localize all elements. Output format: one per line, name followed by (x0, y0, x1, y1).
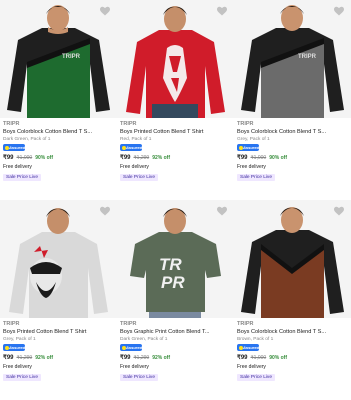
product-title[interactable]: Boys Colorblock Cotton Blend T S... (237, 329, 349, 335)
delivery-info: Free delivery (120, 164, 149, 170)
svg-text:TR: TR (159, 255, 182, 274)
product-image[interactable]: TRIPR (234, 0, 351, 118)
selling-price: ₹99 (3, 155, 14, 161)
sale-tag: Sale Price Live (237, 374, 275, 381)
selling-price: ₹99 (237, 355, 248, 361)
price-row: ₹99 ₹1,000 90% off (3, 154, 53, 161)
discount-percent: 92% off (35, 355, 53, 361)
assured-badge: Assured (120, 344, 142, 351)
product-image[interactable]: TRIPR (0, 0, 117, 118)
price-row: ₹99 ₹1,000 90% off (237, 154, 287, 161)
svg-text:TRIPR: TRIPR (298, 54, 317, 60)
product-image[interactable] (0, 200, 117, 318)
original-price: ₹1,299 (133, 155, 150, 161)
original-price: ₹1,000 (250, 155, 267, 161)
product-variant: Dark Green, Pack of 1 (120, 337, 168, 342)
product-card[interactable]: TRIPR TRIPR Boys Colorblock Cotton Blend… (234, 0, 351, 200)
price-row: ₹99 ₹1,000 90% off (237, 354, 287, 361)
delivery-info: Free delivery (120, 364, 149, 370)
selling-price: ₹99 (3, 355, 14, 361)
product-brand: TRIPR (120, 121, 137, 127)
assured-label: Assured (126, 145, 143, 150)
heart-icon[interactable] (333, 4, 345, 16)
discount-percent: 92% off (152, 355, 170, 361)
svg-text:TRIPR: TRIPR (62, 54, 81, 60)
product-brand: TRIPR (120, 321, 137, 327)
assured-label: Assured (243, 345, 260, 350)
price-row: ₹99 ₹1,299 92% off (120, 354, 170, 361)
product-card[interactable]: TRIPR Boys Colorblock Cotton Blend T S..… (234, 200, 351, 400)
sale-tag: Sale Price Live (3, 374, 41, 381)
assured-badge: Assured (120, 144, 142, 151)
assured-label: Assured (9, 145, 26, 150)
product-card[interactable]: TRIPR Boys Printed Cotton Blend T Shirt … (0, 200, 117, 400)
heart-icon[interactable] (99, 4, 111, 16)
discount-percent: 90% off (35, 155, 53, 161)
price-row: ₹99 ₹1,299 92% off (3, 354, 53, 361)
selling-price: ₹99 (120, 355, 131, 361)
product-brand: TRIPR (3, 321, 20, 327)
discount-percent: 90% off (269, 355, 287, 361)
heart-icon[interactable] (333, 204, 345, 216)
original-price: ₹1,299 (16, 355, 33, 361)
product-variant: Grey, Pack of 1 (237, 137, 270, 142)
product-brand: TRIPR (237, 321, 254, 327)
sale-tag: Sale Price Live (120, 374, 158, 381)
assured-icon (121, 345, 126, 350)
product-title[interactable]: Boys Colorblock Cotton Blend T S... (237, 129, 349, 135)
product-image[interactable] (117, 0, 234, 118)
assured-badge: Assured (3, 144, 25, 151)
product-brand: TRIPR (237, 121, 254, 127)
selling-price: ₹99 (237, 155, 248, 161)
product-variant: Grey, Pack of 1 (3, 337, 36, 342)
delivery-info: Free delivery (237, 364, 266, 370)
assured-icon (4, 145, 9, 150)
discount-percent: 92% off (152, 155, 170, 161)
price-row: ₹99 ₹1,299 92% off (120, 154, 170, 161)
delivery-info: Free delivery (237, 164, 266, 170)
product-variant: Brown, Pack of 1 (237, 337, 274, 342)
product-brand: TRIPR (3, 121, 20, 127)
original-price: ₹1,000 (16, 155, 33, 161)
product-card[interactable]: TR PR TRIPR Boys Graphic Print Cotton Bl… (117, 200, 234, 400)
assured-label: Assured (243, 145, 260, 150)
product-title[interactable]: Boys Graphic Print Cotton Blend T... (120, 329, 232, 335)
sale-tag: Sale Price Live (120, 174, 158, 181)
original-price: ₹1,299 (133, 355, 150, 361)
assured-icon (4, 345, 9, 350)
delivery-info: Free delivery (3, 364, 32, 370)
assured-badge: Assured (237, 144, 259, 151)
svg-text:PR: PR (161, 273, 185, 292)
assured-badge: Assured (237, 344, 259, 351)
assured-label: Assured (9, 345, 26, 350)
product-grid: TRIPR TRIPR Boys Colorblock Cotton Blend… (0, 0, 351, 400)
assured-badge: Assured (3, 344, 25, 351)
delivery-info: Free delivery (3, 164, 32, 170)
product-card[interactable]: TRIPR Boys Printed Cotton Blend T Shirt … (117, 0, 234, 200)
sale-tag: Sale Price Live (237, 174, 275, 181)
product-variant: Red, Pack of 1 (120, 137, 152, 142)
sale-tag: Sale Price Live (3, 174, 41, 181)
product-image[interactable]: TR PR (117, 200, 234, 318)
assured-icon (238, 345, 243, 350)
assured-icon (121, 145, 126, 150)
heart-icon[interactable] (99, 204, 111, 216)
original-price: ₹1,000 (250, 355, 267, 361)
product-title[interactable]: Boys Colorblock Cotton Blend T S... (3, 129, 115, 135)
product-image[interactable] (234, 200, 351, 318)
heart-icon[interactable] (216, 4, 228, 16)
product-title[interactable]: Boys Printed Cotton Blend T Shirt (3, 329, 115, 335)
assured-icon (238, 145, 243, 150)
product-card[interactable]: TRIPR TRIPR Boys Colorblock Cotton Blend… (0, 0, 117, 200)
assured-label: Assured (126, 345, 143, 350)
heart-icon[interactable] (216, 204, 228, 216)
product-variant: Dark Green, Pack of 1 (3, 137, 51, 142)
selling-price: ₹99 (120, 155, 131, 161)
discount-percent: 90% off (269, 155, 287, 161)
product-title[interactable]: Boys Printed Cotton Blend T Shirt (120, 129, 232, 135)
